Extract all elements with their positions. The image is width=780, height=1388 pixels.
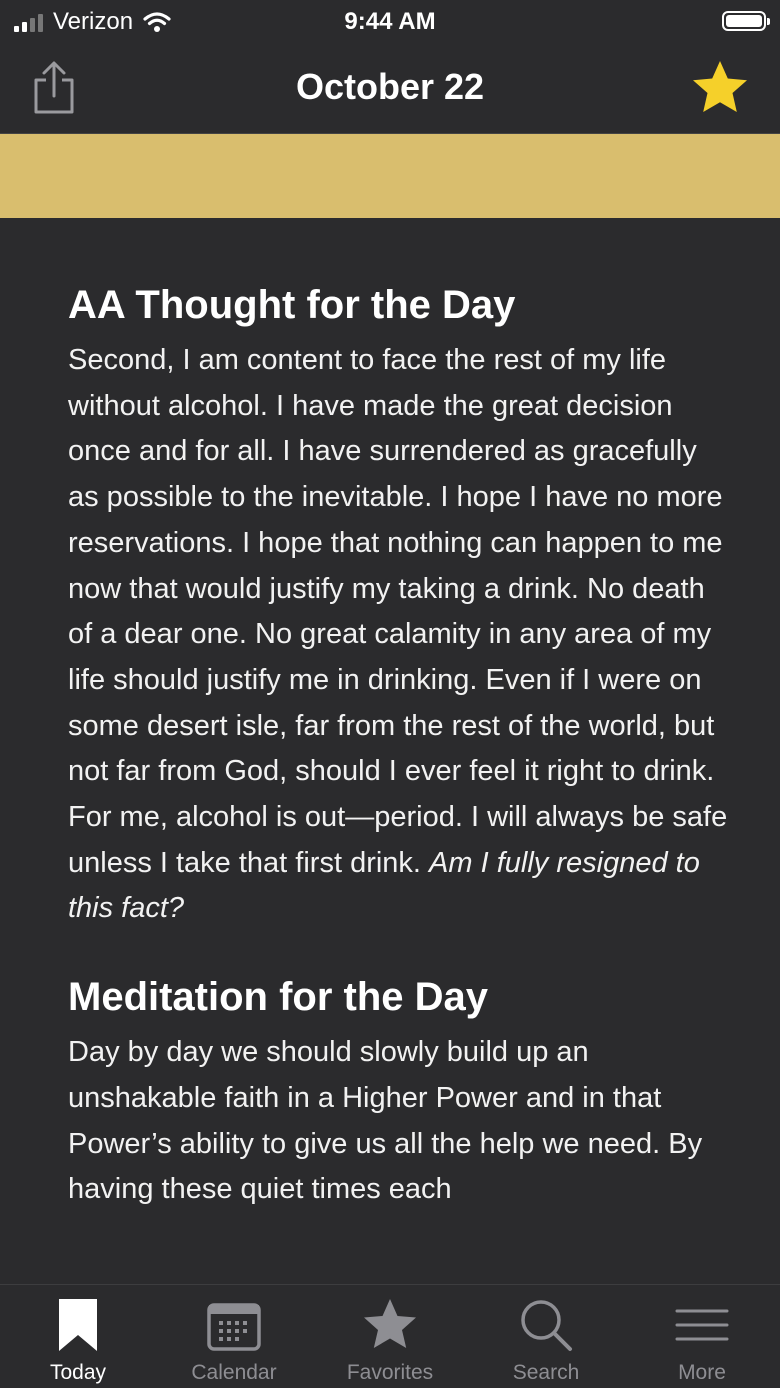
tab-today[interactable]: Today	[0, 1285, 156, 1388]
bookmark-icon	[59, 1299, 97, 1351]
section-body: Second, I am content to face the rest of…	[68, 338, 728, 932]
navigation-bar: October 22	[0, 44, 780, 134]
banner	[0, 134, 780, 218]
battery-icon	[722, 11, 770, 31]
tab-calendar[interactable]: Calendar	[156, 1285, 312, 1388]
tab-more[interactable]: More	[624, 1285, 780, 1388]
favorite-star-icon[interactable]	[690, 58, 750, 118]
star-icon	[364, 1299, 416, 1348]
body-text: Second, I am content to face the rest of…	[68, 344, 728, 879]
tab-label: More	[678, 1361, 726, 1384]
status-time: 9:44 AM	[344, 8, 436, 35]
tab-label: Today	[49, 1361, 107, 1384]
body-text: Day by day we should slowly build up an …	[68, 1036, 703, 1206]
tab-label: Favorites	[346, 1361, 434, 1384]
page-title: October 22	[295, 66, 485, 107]
tab-label: Calendar	[191, 1361, 277, 1384]
section-heading: Meditation for the Day	[68, 975, 489, 1020]
tab-bar: Today Calendar Favorites Search More	[0, 1284, 780, 1388]
section-body: Day by day we should slowly build up an …	[68, 1030, 728, 1213]
tab-favorites[interactable]: Favorites	[312, 1285, 468, 1388]
search-icon	[521, 1300, 572, 1351]
tab-label: Search	[512, 1361, 580, 1384]
tab-search[interactable]: Search	[468, 1285, 624, 1388]
section-heading: AA Thought for the Day	[68, 283, 516, 327]
calendar-icon	[207, 1303, 261, 1351]
reading-content: AA Thought for the Day Second, I am cont…	[68, 218, 728, 1213]
status-bar: Verizon 9:44 AM	[0, 0, 780, 44]
menu-icon	[675, 1309, 729, 1341]
